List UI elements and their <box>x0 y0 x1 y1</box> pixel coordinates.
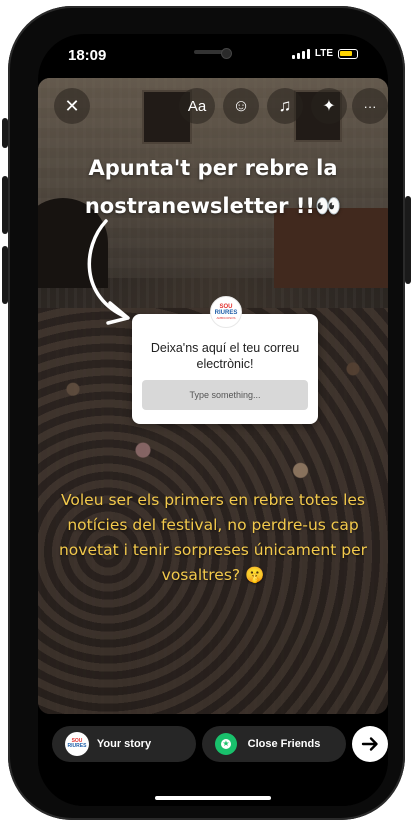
text-icon: Aa <box>187 97 207 115</box>
battery-icon <box>338 48 358 59</box>
status-indicators: LTE <box>291 48 358 59</box>
send-icon <box>361 737 378 751</box>
network-label: LTE <box>314 48 333 59</box>
story-body-text[interactable]: Voleu ser els primers en rebre totes les… <box>48 488 378 588</box>
effects-button[interactable]: ✦ <box>311 88 347 124</box>
text-tool-button[interactable]: Aa <box>179 88 215 124</box>
close-friends-button[interactable]: ★ Close Friends <box>202 726 346 762</box>
volume-up-button <box>2 176 8 234</box>
power-button <box>405 196 411 284</box>
volume-down-button <box>2 246 8 304</box>
your-story-button[interactable]: SOU RIURES Your story <box>52 726 196 762</box>
sticker-button[interactable]: ☺ <box>223 88 259 124</box>
story-headline-line2[interactable]: nostranewsletter !!👀 <box>58 194 368 219</box>
star-icon: ★ <box>215 733 237 755</box>
speaker <box>194 50 224 54</box>
festival-logo: SOU RIURES AMBICIOSOS <box>210 296 242 328</box>
sticker-icon: ☺ <box>232 96 250 115</box>
story-headline-line1[interactable]: Apunta't per rebre la <box>58 156 368 180</box>
avatar: SOU RIURES <box>65 732 89 756</box>
effects-icon: ✦ <box>322 98 336 115</box>
more-button[interactable]: ··· <box>352 88 388 124</box>
music-button[interactable]: ♫ <box>267 88 303 124</box>
signal-icon <box>291 48 310 59</box>
music-icon: ♫ <box>278 96 292 115</box>
close-button[interactable]: ✕ <box>54 88 90 124</box>
phone-frame: 18:09 LTE ✕ Aa ☺ ♫ ✦ ··· Apunta't per re… <box>2 6 411 820</box>
mute-switch <box>2 118 8 148</box>
question-sticker[interactable]: SOU RIURES AMBICIOSOS Deixa'ns aquí el t… <box>132 296 318 424</box>
status-time: 18:09 <box>68 47 107 64</box>
question-prompt: Deixa'ns aquí el teu correu electrònic! <box>150 341 300 371</box>
screen: 18:09 LTE ✕ Aa ☺ ♫ ✦ ··· Apunta't per re… <box>38 34 388 806</box>
dynamic-island <box>154 38 272 68</box>
home-indicator[interactable] <box>155 796 271 800</box>
more-icon: ··· <box>363 98 377 114</box>
status-bar: 18:09 LTE <box>38 34 388 78</box>
arrow-icon <box>87 219 130 325</box>
camera <box>221 48 232 59</box>
question-answer-input[interactable]: Type something... <box>142 380 308 410</box>
share-bar: SOU RIURES Your story ★ Close Friends <box>38 714 388 806</box>
send-button[interactable] <box>352 726 388 762</box>
close-icon: ✕ <box>64 95 80 116</box>
